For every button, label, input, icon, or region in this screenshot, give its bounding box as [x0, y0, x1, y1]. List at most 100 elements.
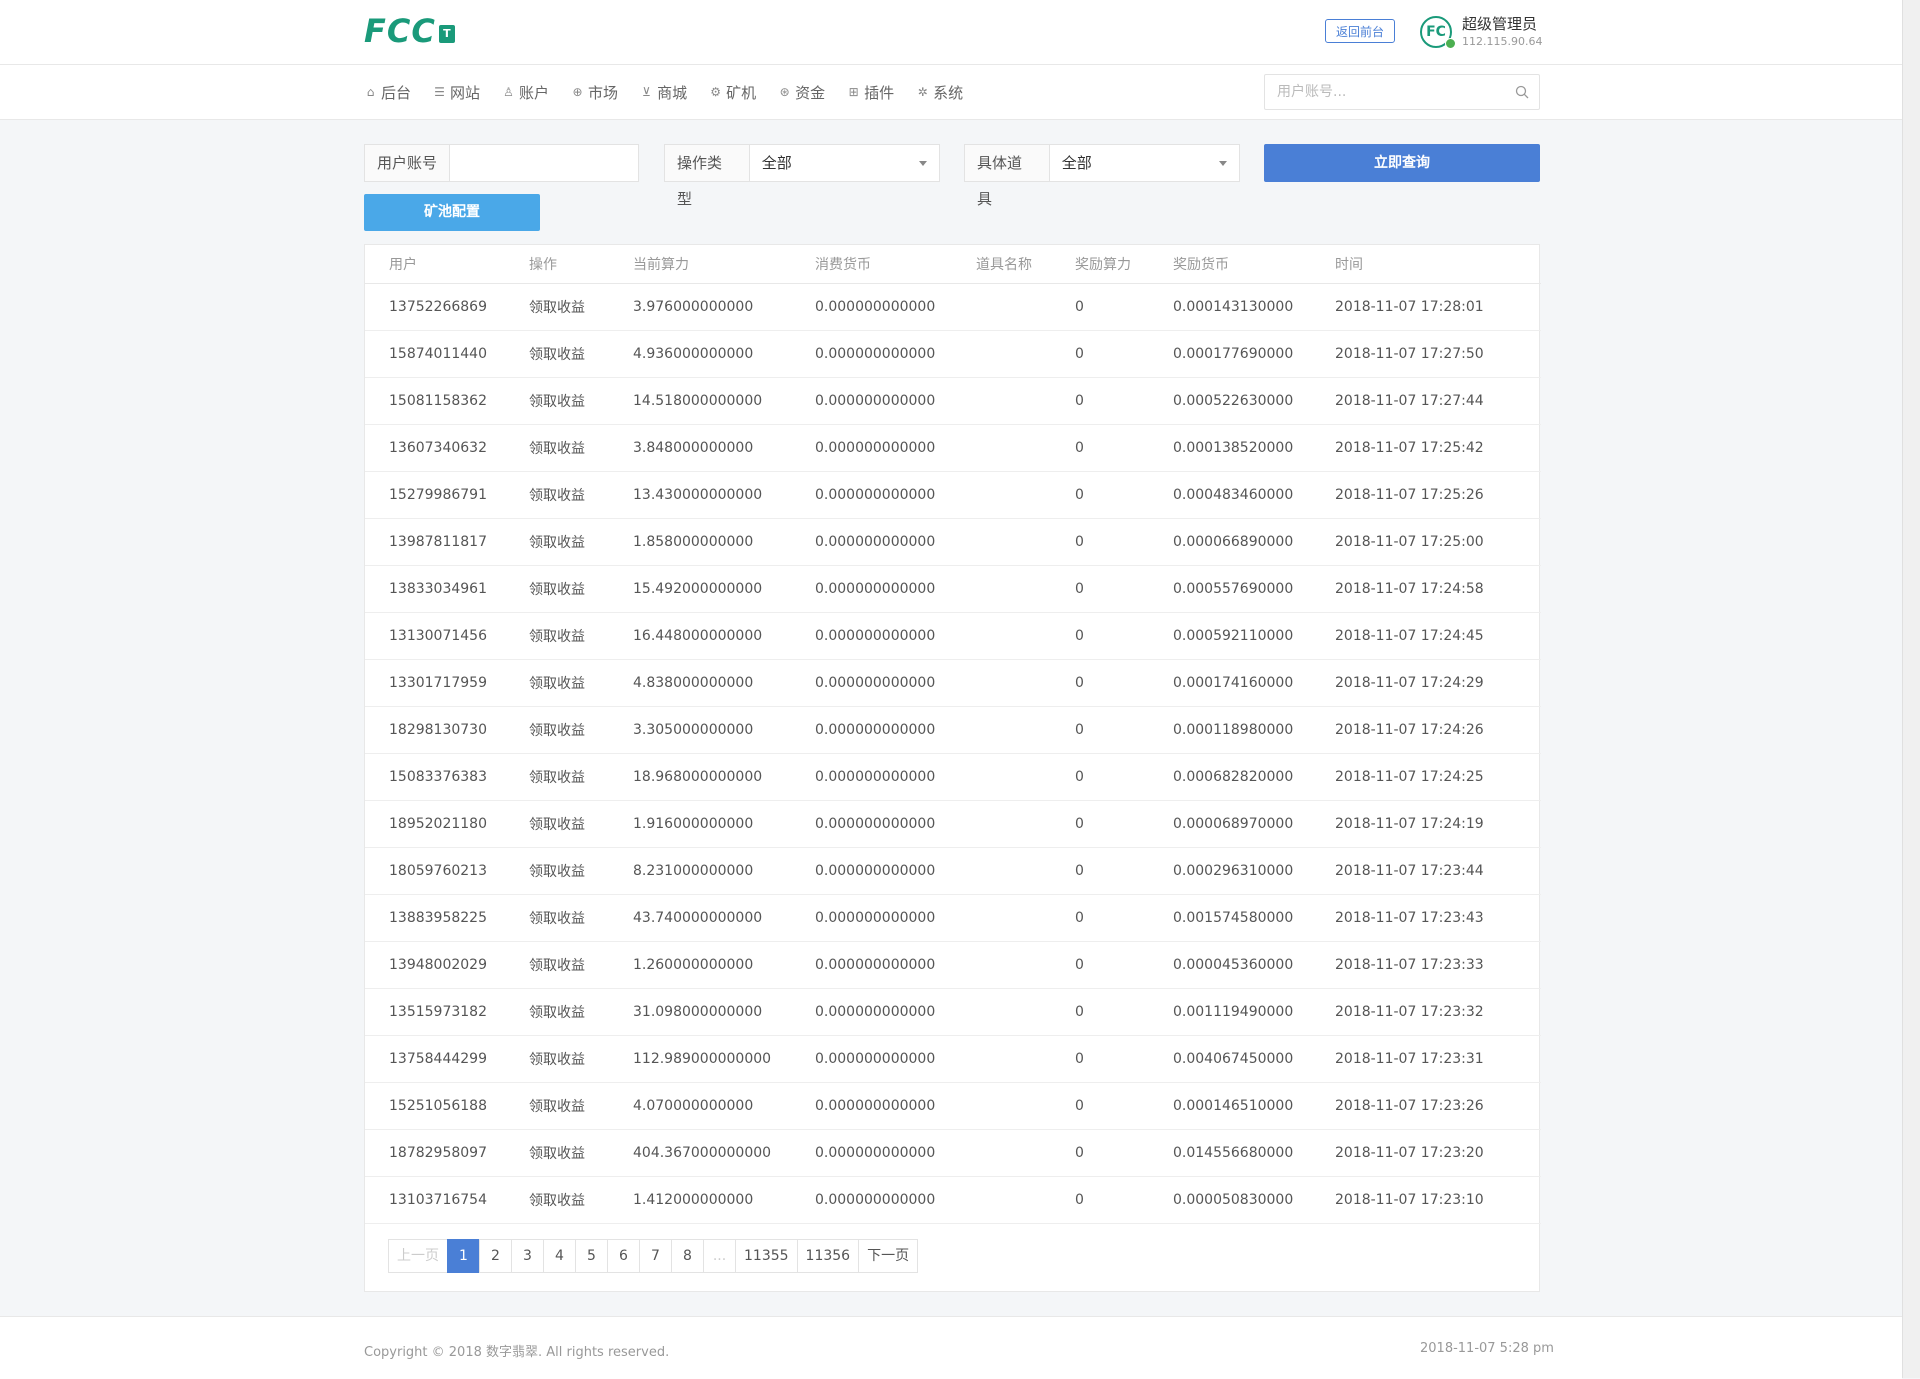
- table-cell: 18.968000000000: [609, 753, 791, 801]
- table-cell: 0: [1051, 377, 1149, 425]
- table-row: 18059760213 领取收益 8.231000000000 0.000000000…: [365, 847, 1541, 895]
- table-cell: 0.000000000000: [791, 424, 952, 472]
- table-cell: [952, 1035, 1051, 1083]
- next-page-button[interactable]: 下一页: [858, 1239, 919, 1273]
- query-button[interactable]: 立即查询: [1264, 144, 1540, 182]
- nav-item-2[interactable]: ♙ 账户: [502, 82, 549, 103]
- table-row: 13130071456 领取收益 16.448000000000 0.00000000…: [365, 612, 1541, 660]
- user-filter-label: 用户账号: [364, 144, 450, 182]
- user-account-field[interactable]: [449, 144, 640, 182]
- table-cell: 0: [1051, 659, 1149, 707]
- table-cell: [952, 283, 1051, 331]
- table-cell: 31.098000000000: [609, 988, 791, 1036]
- page-button[interactable]: 7: [639, 1239, 672, 1273]
- table-cell: 2018-11-07 17:24:26: [1311, 706, 1541, 754]
- table-cell: 领取收益: [505, 800, 609, 848]
- user-icon: ♙: [503, 85, 514, 99]
- table-cell: 2018-11-07 17:23:10: [1311, 1176, 1541, 1224]
- table-cell: 0: [1051, 800, 1149, 848]
- footer-time: 2018-11-07 5:28 pm: [1420, 1341, 1554, 1356]
- scrollbar[interactable]: [1902, 0, 1920, 1378]
- table-cell: [952, 612, 1051, 660]
- item-filter-label: 具体道具: [964, 144, 1049, 208]
- table-cell: 0.000066890000: [1149, 518, 1311, 566]
- gear-icon: ⚙: [710, 85, 721, 99]
- table-cell: 领取收益: [505, 518, 609, 566]
- table-row: 15874011440 领取收益 4.936000000000 0.000000000…: [365, 330, 1541, 378]
- nav-item-4[interactable]: ⊻ 商城: [640, 82, 687, 103]
- nav-item-label: 资金: [795, 83, 826, 102]
- nav-item-6[interactable]: ⊛ 资金: [778, 82, 826, 103]
- nav-item-1[interactable]: ☰ 网站: [433, 82, 480, 103]
- table-cell: 15279986791: [365, 471, 505, 519]
- page-button[interactable]: 8: [671, 1239, 704, 1273]
- table-cell: 0: [1051, 894, 1149, 942]
- search-icon[interactable]: [1515, 85, 1529, 99]
- table-row: 13103716754 领取收益 1.412000000000 0.000000000…: [365, 1176, 1541, 1224]
- table-cell: 18298130730: [365, 706, 505, 754]
- table-cell: 13301717959: [365, 659, 505, 707]
- page-button[interactable]: 11356: [796, 1239, 860, 1273]
- table-cell: 0.000557690000: [1149, 565, 1311, 613]
- table-cell: 0.000000000000: [791, 283, 952, 331]
- table-cell: 4.070000000000: [609, 1082, 791, 1130]
- column-header: 道具名称: [952, 245, 1051, 284]
- page-button[interactable]: 3: [511, 1239, 544, 1273]
- table-cell: 0: [1051, 471, 1149, 519]
- table-cell: 0.000000000000: [791, 330, 952, 378]
- table-cell: 2018-11-07 17:23:26: [1311, 1082, 1541, 1130]
- pagination: 上一页 1 2 3 4 5 6 7 8... 11355 11356 下一页: [388, 1239, 919, 1273]
- table-cell: 16.448000000000: [609, 612, 791, 660]
- nav-item-0[interactable]: ⌂ 后台: [364, 82, 411, 103]
- table-cell: 0.000000000000: [791, 659, 952, 707]
- grid-icon: ⊞: [848, 85, 859, 99]
- globe-icon: ⊕: [572, 85, 583, 99]
- admin-name[interactable]: 超级管理员: [1462, 13, 1537, 34]
- nav-item-5[interactable]: ⚙ 矿机: [709, 82, 756, 103]
- table-cell: 2018-11-07 17:24:45: [1311, 612, 1541, 660]
- logo[interactable]: FCC T: [364, 14, 455, 48]
- table-cell: [952, 377, 1051, 425]
- table-cell: 0.001574580000: [1149, 894, 1311, 942]
- table-cell: 领取收益: [505, 283, 609, 331]
- page-button[interactable]: 6: [607, 1239, 640, 1273]
- column-header: 奖励货币: [1149, 245, 1311, 284]
- search-input[interactable]: [1265, 75, 1519, 109]
- page-ellipsis[interactable]: ...: [703, 1239, 736, 1273]
- table-cell: 2018-11-07 17:25:42: [1311, 424, 1541, 472]
- table-cell: 0.000000000000: [791, 518, 952, 566]
- pool-config-button[interactable]: 矿池配置: [364, 194, 540, 231]
- operation-type-select[interactable]: 全部: [748, 144, 940, 182]
- prev-page-button[interactable]: 上一页: [388, 1239, 448, 1273]
- table-cell: 0: [1051, 1176, 1149, 1224]
- table-cell: 13130071456: [365, 612, 505, 660]
- nav-item-8[interactable]: ✲ 系统: [916, 82, 964, 103]
- table-cell: 0.000174160000: [1149, 659, 1311, 707]
- table-cell: 0.000000000000: [791, 800, 952, 848]
- table-row: 15083376383 领取收益 18.968000000000 0.00000000…: [365, 753, 1541, 801]
- page-button[interactable]: 4: [543, 1239, 576, 1273]
- nav-item-3[interactable]: ⊕ 市场: [571, 82, 619, 103]
- cart-icon: ⊻: [642, 85, 651, 99]
- page-button[interactable]: 2: [479, 1239, 512, 1273]
- back-to-frontend-button[interactable]: 返回前台: [1325, 19, 1395, 43]
- item-select[interactable]: 全部: [1048, 144, 1240, 182]
- table-cell: 2018-11-07 17:23:20: [1311, 1129, 1541, 1177]
- page-button[interactable]: 1: [447, 1239, 480, 1273]
- nav-item-7[interactable]: ⊞ 插件: [847, 82, 895, 103]
- table-row: 13752266869 领取收益 3.976000000000 0.000000000…: [365, 283, 1541, 331]
- table-row: 15251056188 领取收益 4.070000000000 0.000000000…: [365, 1082, 1541, 1130]
- page-button[interactable]: 5: [575, 1239, 608, 1273]
- table-row: 13883958225 领取收益 43.740000000000 0.00000000…: [365, 894, 1541, 942]
- table-row: 13948002029 领取收益 1.260000000000 0.000000000…: [365, 941, 1541, 989]
- table-cell: 0: [1051, 330, 1149, 378]
- table-cell: 8.231000000000: [609, 847, 791, 895]
- copyright: Copyright © 2018 数字翡翠. All rights reserv…: [364, 1345, 670, 1360]
- table-cell: 2018-11-07 17:28:01: [1311, 283, 1541, 331]
- column-header: 消费货币: [791, 245, 952, 284]
- table-cell: 1.412000000000: [609, 1176, 791, 1224]
- page-button[interactable]: 11355: [735, 1239, 798, 1273]
- table-cell: 领取收益: [505, 1082, 609, 1130]
- table-cell: 0.000592110000: [1149, 612, 1311, 660]
- table-cell: 2018-11-07 17:25:00: [1311, 518, 1541, 566]
